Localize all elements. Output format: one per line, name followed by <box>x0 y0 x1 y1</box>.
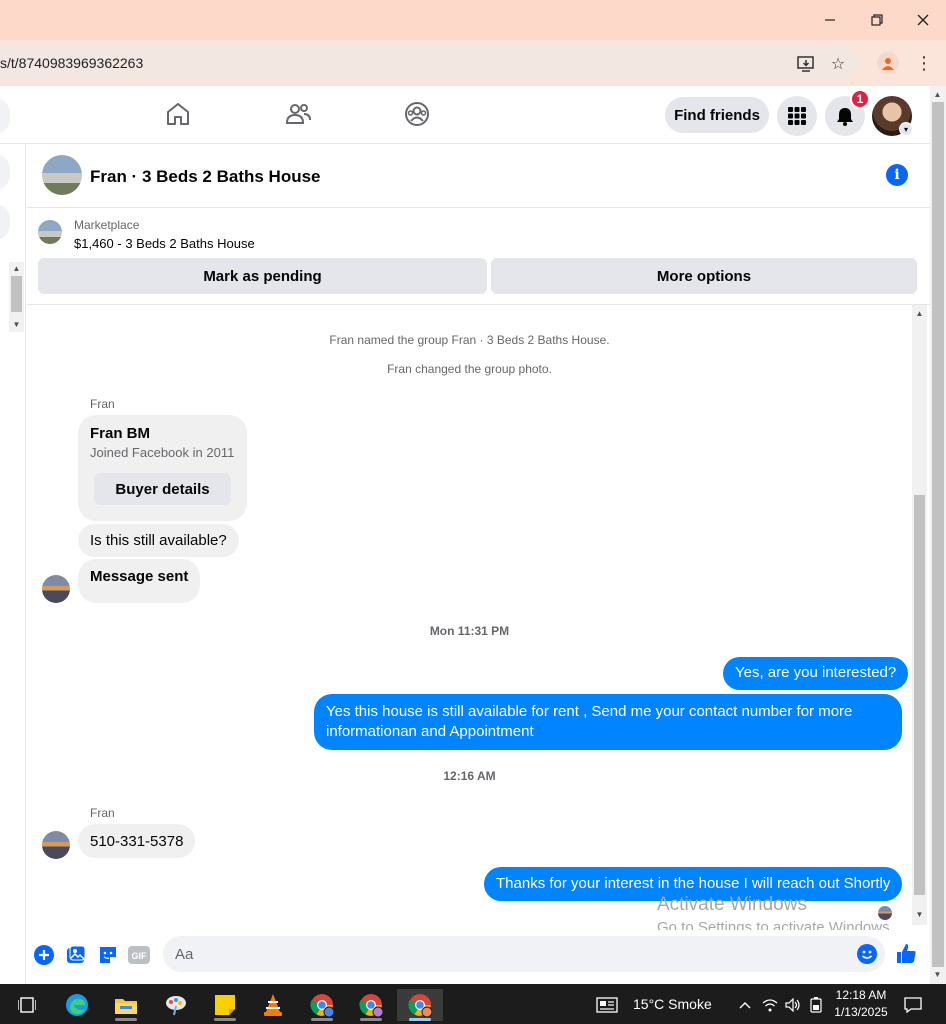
buyer-details-button[interactable]: Buyer details <box>94 473 231 505</box>
buyer-joined: Joined Facebook in 2011 <box>90 445 235 460</box>
browser-toolbar: s/t/8740983969362263 ☆ <box>0 40 946 86</box>
chevron-down-icon[interactable]: ▾ <box>899 122 913 136</box>
listing-price-title[interactable]: $1,460 - 3 Beds 2 Baths House <box>74 236 255 251</box>
show-hidden-icons-icon[interactable] <box>735 989 755 1021</box>
edge-icon[interactable] <box>54 989 100 1021</box>
taskbar-running-indicator <box>115 1018 137 1021</box>
outgoing-message[interactable]: Yes, are you interested? <box>723 657 909 690</box>
browser-profile-icon[interactable] <box>877 52 899 74</box>
friends-icon[interactable] <box>284 100 312 128</box>
file-explorer-icon[interactable] <box>103 989 149 1021</box>
incoming-message[interactable]: 510-331-5378 <box>78 824 196 858</box>
volume-icon[interactable] <box>783 989 803 1021</box>
thread-scroll-thumb[interactable] <box>914 495 925 895</box>
message-thread: Fran named the group Fran · 3 Beds 2 Bat… <box>27 305 912 930</box>
system-message: Fran named the group Fran · 3 Beds 2 Bat… <box>329 333 610 347</box>
vlc-icon[interactable] <box>250 989 296 1021</box>
gif-icon[interactable]: GIF <box>128 944 150 966</box>
chrome-icon[interactable] <box>299 989 345 1021</box>
close-icon[interactable] <box>908 8 938 32</box>
bell-icon <box>837 108 853 126</box>
task-view-icon[interactable] <box>4 989 50 1021</box>
address-bar[interactable]: s/t/8740983969362263 ☆ <box>0 46 860 80</box>
grid-icon <box>788 107 806 125</box>
sender-avatar[interactable] <box>42 575 70 603</box>
group-avatar[interactable] <box>42 155 82 195</box>
taskbar-clock[interactable]: 12:18 AM 1/13/2025 <box>826 987 896 1021</box>
weather-text[interactable]: 15°C Smoke <box>633 996 712 1012</box>
info-icon[interactable]: i <box>886 164 908 186</box>
watermark-line: Activate Windows <box>657 894 807 915</box>
chrome-profile-icon[interactable] <box>397 989 443 1021</box>
marketplace-label: Marketplace <box>74 218 140 232</box>
notification-center-icon[interactable] <box>900 989 926 1021</box>
incoming-message[interactable]: Message sent <box>78 559 201 603</box>
buyer-profile-card: Fran BM Joined Facebook in 2011 Buyer de… <box>78 415 247 521</box>
windows-taskbar: 15°C Smoke 12:18 AM 1/13/2025 <box>0 984 946 1024</box>
timestamp: Mon 11:31 PM <box>429 624 510 638</box>
find-friends-button[interactable]: Find friends <box>665 97 769 133</box>
emoji-icon[interactable] <box>856 943 878 965</box>
taskbar-running-indicator <box>360 1018 382 1021</box>
wifi-icon[interactable] <box>760 989 780 1021</box>
news-widget-icon[interactable] <box>592 989 622 1021</box>
scroll-up-icon[interactable]: ▲ <box>933 90 942 99</box>
sender-name: Fran <box>90 397 115 411</box>
incoming-message[interactable]: Is this still available? <box>78 524 239 557</box>
sender-avatar[interactable] <box>42 831 70 859</box>
bookmark-star-icon[interactable]: ☆ <box>828 54 848 74</box>
photo-icon[interactable] <box>65 944 87 966</box>
restore-icon[interactable] <box>862 8 892 32</box>
message-composer: GIF <box>27 930 930 984</box>
minimize-icon[interactable] <box>815 8 845 32</box>
taskbar-running-indicator <box>214 1018 236 1021</box>
sidebar-scroll-thumb[interactable] <box>11 276 22 312</box>
outgoing-message[interactable]: Yes this house is still available for re… <box>314 694 902 750</box>
mark-as-pending-button[interactable]: Mark as pending <box>38 258 487 294</box>
thread-scrollbar[interactable]: ▲ ▼ <box>912 305 927 925</box>
search-field-stub[interactable] <box>0 98 10 134</box>
scroll-up-icon[interactable]: ▲ <box>12 264 21 273</box>
scroll-down-icon[interactable]: ▼ <box>915 910 924 919</box>
taskbar-running-indicator <box>409 1018 431 1021</box>
buyer-name: Fran BM <box>90 425 150 442</box>
scroll-up-icon[interactable]: ▲ <box>915 309 924 318</box>
sidebar-chat-stub[interactable] <box>0 154 10 190</box>
browser-menu-icon[interactable]: ⋮ <box>915 52 933 74</box>
notification-badge: 1 <box>850 89 870 109</box>
thumbs-up-icon[interactable] <box>895 942 917 964</box>
scroll-down-icon[interactable]: ▼ <box>12 320 21 329</box>
timestamp: 12:16 AM <box>443 769 496 783</box>
battery-icon[interactable] <box>806 989 826 1021</box>
more-options-button[interactable]: More options <box>491 258 917 294</box>
gif-label: GIF <box>132 951 148 961</box>
sticky-notes-icon[interactable] <box>202 989 248 1021</box>
install-app-icon[interactable] <box>796 54 816 74</box>
browser-titlebar <box>0 0 946 40</box>
scroll-down-icon[interactable]: ▼ <box>933 970 942 979</box>
menu-grid-button[interactable] <box>777 96 817 136</box>
chat-title[interactable]: Fran · 3 Beds 2 Baths House <box>90 167 321 187</box>
paint-app-icon[interactable] <box>153 989 199 1021</box>
facebook-top-nav: Find friends <box>0 86 930 144</box>
home-icon[interactable] <box>164 100 192 128</box>
chat-header: Fran · 3 Beds 2 Baths House i <box>27 144 930 208</box>
plus-circle-icon[interactable] <box>33 944 55 966</box>
listing-thumbnail[interactable] <box>38 220 62 244</box>
clock-date: 1/13/2025 <box>834 1005 888 1019</box>
system-message: Fran changed the group photo. <box>387 362 552 376</box>
message-input[interactable] <box>163 936 885 972</box>
taskbar-running-indicator <box>311 1018 333 1021</box>
page-scroll-thumb[interactable] <box>932 102 944 967</box>
sender-name: Fran <box>90 806 115 820</box>
groups-icon[interactable] <box>403 100 431 128</box>
url-text[interactable]: s/t/8740983969362263 <box>0 55 143 71</box>
sidebar-scrollbar[interactable]: ▲ ▼ <box>9 262 24 332</box>
sticker-icon[interactable] <box>97 944 119 966</box>
clock-time: 12:18 AM <box>835 988 887 1002</box>
page-scrollbar[interactable]: ▲ ▼ <box>930 86 946 984</box>
sidebar-chat-stub[interactable] <box>0 204 10 240</box>
marketplace-listing-strip: Marketplace $1,460 - 3 Beds 2 Baths Hous… <box>27 208 930 305</box>
chrome-profile-icon[interactable] <box>348 989 394 1021</box>
